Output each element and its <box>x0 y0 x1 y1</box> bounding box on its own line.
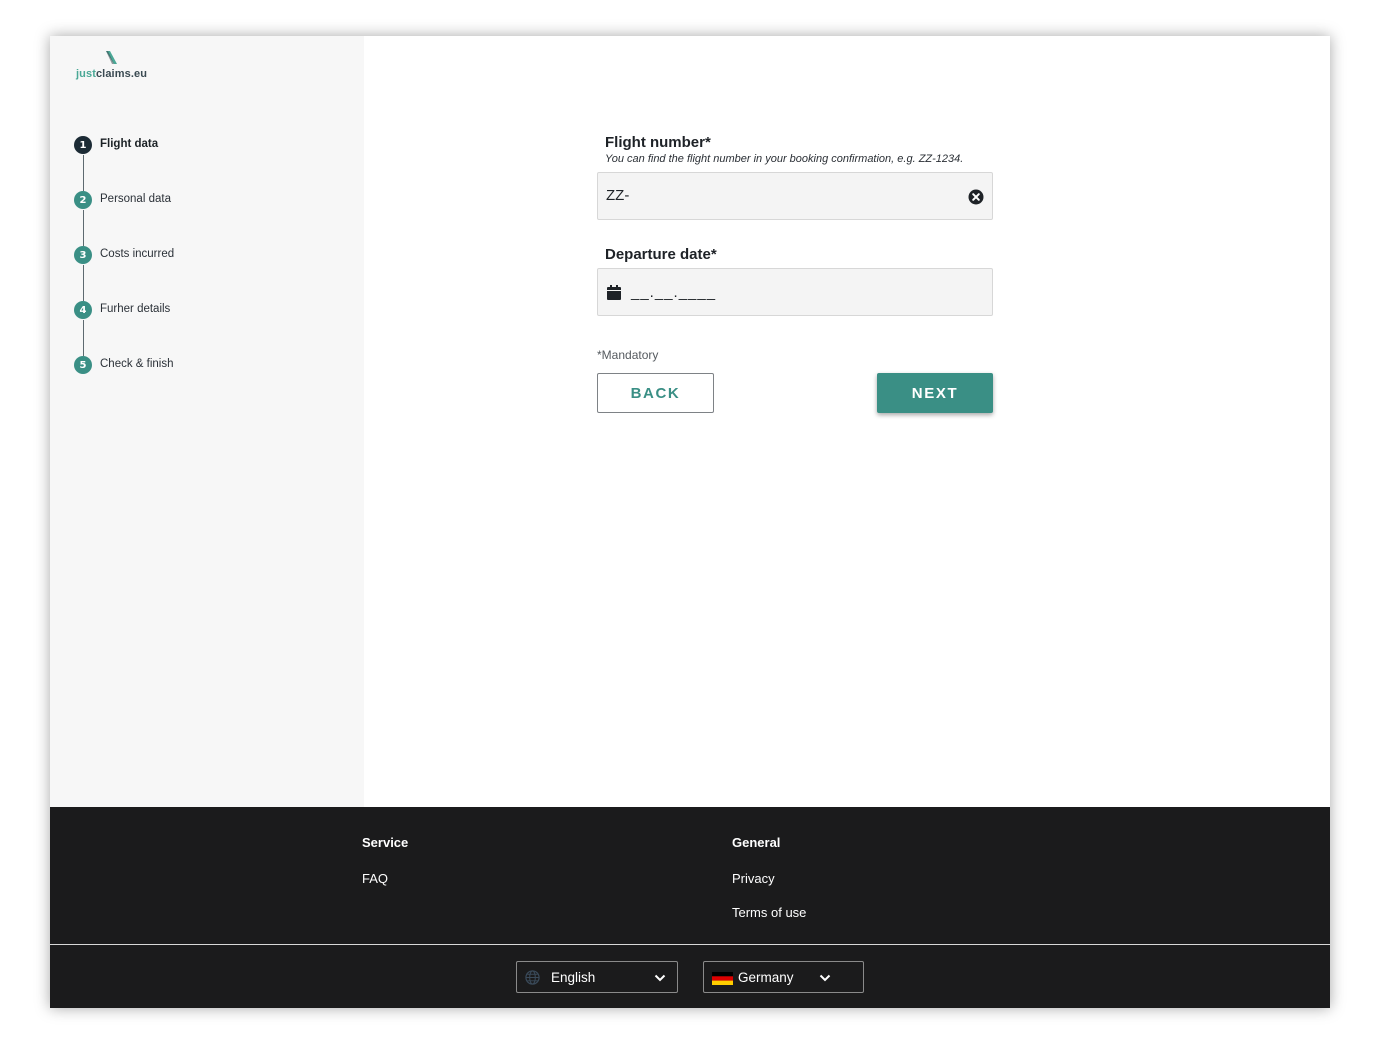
step-label: Costs incurred <box>100 248 175 260</box>
step-connector <box>82 210 84 246</box>
flight-number-label: Flight number* <box>605 134 711 151</box>
back-button[interactable]: BACK <box>597 373 714 413</box>
country-value: Germany <box>738 970 794 985</box>
chevron-down-icon <box>654 974 666 982</box>
footer-divider <box>50 944 1330 945</box>
flight-number-value: ZZ- <box>606 187 630 204</box>
footer-link-faq[interactable]: FAQ <box>362 871 408 886</box>
footer: Service FAQ General Privacy Terms of use… <box>50 807 1330 1008</box>
footer-service-column: Service FAQ <box>362 835 408 886</box>
footer-link-privacy[interactable]: Privacy <box>732 871 806 886</box>
chevron-down-icon <box>819 974 831 982</box>
step-number: 3 <box>74 246 92 264</box>
germany-flag-icon <box>712 972 733 985</box>
step-number: 1 <box>74 136 92 154</box>
departure-date-input[interactable]: __.__.____ <box>597 268 993 316</box>
logo[interactable]: justclaims.eu <box>76 50 166 84</box>
step-label: Furher details <box>100 303 171 315</box>
footer-heading-general: General <box>732 835 781 850</box>
date-mask: __.__.____ <box>631 284 717 301</box>
footer-heading-service: Service <box>362 835 409 850</box>
mandatory-note: *Mandatory <box>597 348 659 362</box>
step-connector <box>82 265 84 301</box>
step-connector <box>82 320 84 356</box>
step-label: Check & finish <box>100 358 174 370</box>
footer-general-column: General Privacy Terms of use <box>732 835 806 920</box>
calendar-icon[interactable] <box>607 285 621 300</box>
language-value: English <box>551 970 596 985</box>
departure-date-label: Departure date* <box>605 246 717 263</box>
globe-icon <box>525 970 540 985</box>
plane-tail-logo-icon <box>106 51 117 64</box>
next-button[interactable]: NEXT <box>877 373 993 413</box>
clear-icon[interactable] <box>968 189 984 205</box>
app-window: justclaims.eu 1 Flight data 2 Personal d… <box>50 36 1330 1008</box>
step-number: 4 <box>74 301 92 319</box>
step-number: 5 <box>74 356 92 374</box>
step-connector <box>82 155 84 191</box>
step-label: Personal data <box>100 193 171 205</box>
flight-number-hint: You can find the flight number in your b… <box>605 153 964 165</box>
step-number: 2 <box>74 191 92 209</box>
step-label: Flight data <box>100 138 159 150</box>
sidebar: justclaims.eu 1 Flight data 2 Personal d… <box>50 36 364 807</box>
flight-number-input[interactable]: ZZ- <box>597 172 993 220</box>
footer-link-terms[interactable]: Terms of use <box>732 905 806 920</box>
country-select[interactable]: Germany <box>703 961 864 993</box>
language-select[interactable]: English <box>516 961 678 993</box>
logo-text: justclaims.eu <box>76 68 148 80</box>
